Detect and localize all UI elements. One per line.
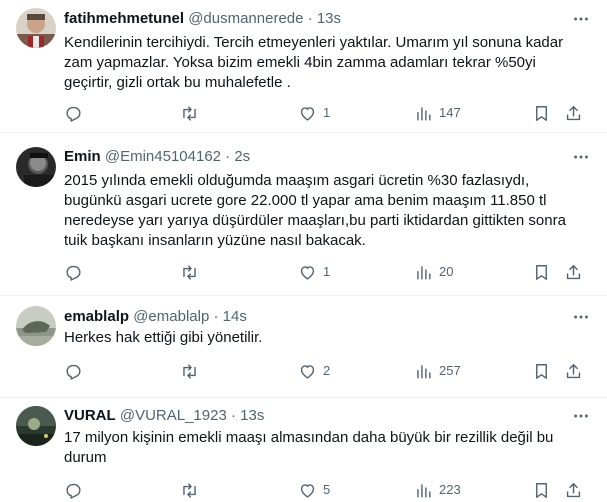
tweet-timestamp[interactable]: 14s	[223, 308, 247, 325]
repost-button[interactable]	[180, 262, 199, 282]
tweet-actions: 2 257	[64, 361, 591, 381]
repost-icon	[183, 105, 196, 121]
bookmark-icon	[536, 264, 547, 280]
view-count: 147	[439, 105, 461, 120]
views-button[interactable]: 257	[414, 361, 461, 381]
analytics-icon	[417, 483, 431, 498]
view-count: 20	[439, 264, 454, 279]
author-handle[interactable]: @emablalp	[133, 308, 209, 325]
tweet-timestamp[interactable]: 13s	[317, 10, 341, 27]
view-count: 223	[439, 482, 461, 497]
repost-button[interactable]	[180, 480, 199, 500]
share-button[interactable]	[564, 361, 583, 381]
repost-icon	[183, 363, 196, 379]
reply-button[interactable]	[64, 262, 83, 282]
tweet-text: Kendilerinin tercihiydi. Tercih etmeyenl…	[64, 34, 564, 91]
more-options-icon[interactable]	[571, 406, 591, 426]
repost-icon	[183, 482, 196, 498]
like-button[interactable]: 2	[298, 361, 330, 381]
repost-button[interactable]	[180, 361, 199, 381]
author-handle[interactable]: @VURAL_1923	[120, 407, 227, 424]
like-count: 1	[323, 105, 331, 120]
analytics-icon	[417, 364, 431, 379]
bookmark-button[interactable]	[532, 480, 551, 500]
more-options-icon[interactable]	[571, 147, 591, 167]
tweet-card[interactable]: emablalp @emablalp · 14s Herkes hak etti…	[0, 296, 607, 398]
avatar[interactable]	[16, 147, 56, 187]
avatar[interactable]	[16, 406, 56, 446]
tweet-text: Herkes hak ettiği gibi yönetilir.	[64, 329, 263, 346]
avatar[interactable]	[16, 306, 56, 346]
author-name[interactable]: VURAL	[64, 407, 116, 424]
heart-icon	[300, 364, 315, 379]
reply-button[interactable]	[64, 103, 83, 123]
like-button[interactable]: 1	[298, 103, 330, 123]
reply-icon	[66, 106, 81, 122]
share-icon	[566, 105, 581, 120]
like-count: 2	[323, 363, 331, 378]
tweet-header: emablalp @emablalp · 14s	[64, 307, 591, 327]
tweet-header: VURAL @VURAL_1923 · 13s	[64, 406, 591, 426]
heart-icon	[300, 483, 315, 498]
tweet-card[interactable]: fatihmehmetunel @dusmannerede · 13s Kend…	[0, 0, 607, 133]
bookmark-icon	[536, 482, 547, 498]
analytics-icon	[417, 106, 431, 121]
tweet-actions: 1 20	[64, 262, 591, 282]
like-button[interactable]: 1	[298, 262, 330, 282]
tweet-header: Emin @Emin45104162 · 2s	[64, 147, 591, 167]
views-button[interactable]: 147	[414, 103, 461, 123]
more-options-icon[interactable]	[571, 307, 591, 327]
tweet-feed: fatihmehmetunel @dusmannerede · 13s Kend…	[0, 0, 607, 502]
like-button[interactable]: 5	[298, 480, 330, 500]
author-handle[interactable]: @Emin45104162	[105, 148, 221, 165]
tweet-timestamp[interactable]: 13s	[240, 407, 264, 424]
views-button[interactable]: 20	[414, 262, 453, 282]
tweet-text: 17 milyon kişinin emekli maaşı almasında…	[64, 429, 554, 466]
separator-dot: ·	[213, 308, 219, 325]
author-name[interactable]: fatihmehmetunel	[64, 10, 184, 27]
reply-icon	[66, 265, 81, 281]
author-name[interactable]: Emin	[64, 148, 101, 165]
share-icon	[566, 482, 581, 497]
like-count: 1	[323, 264, 331, 279]
view-count: 257	[439, 363, 461, 378]
heart-icon	[300, 106, 315, 121]
reply-icon	[66, 483, 81, 499]
avatar[interactable]	[16, 8, 56, 48]
heart-icon	[300, 265, 315, 280]
bookmark-button[interactable]	[532, 361, 551, 381]
tweet-actions: 5 223	[64, 480, 591, 500]
repost-icon	[183, 264, 196, 280]
repost-button[interactable]	[180, 103, 199, 123]
analytics-icon	[417, 265, 431, 280]
separator-dot: ·	[225, 148, 231, 165]
like-count: 5	[323, 482, 331, 497]
share-icon	[566, 264, 581, 279]
tweet-timestamp[interactable]: 2s	[234, 148, 250, 165]
reply-button[interactable]	[64, 361, 83, 381]
share-button[interactable]	[564, 262, 583, 282]
reply-button[interactable]	[64, 480, 83, 500]
more-options-icon[interactable]	[571, 9, 591, 29]
tweet-actions: 1 147	[64, 103, 591, 123]
author-name[interactable]: emablalp	[64, 308, 129, 325]
bookmark-button[interactable]	[532, 103, 551, 123]
separator-dot: ·	[230, 407, 236, 424]
tweet-header: fatihmehmetunel @dusmannerede · 13s	[64, 9, 591, 29]
bookmark-button[interactable]	[532, 262, 551, 282]
share-button[interactable]	[564, 480, 583, 500]
bookmark-icon	[536, 363, 547, 379]
separator-dot: ·	[307, 10, 313, 27]
tweet-text: 2015 yılında emekli olduğumda maaşım asg…	[64, 172, 566, 249]
tweet-card[interactable]: VURAL @VURAL_1923 · 13s 17 milyon kişini…	[0, 398, 607, 502]
share-button[interactable]	[564, 103, 583, 123]
reply-icon	[66, 364, 81, 380]
bookmark-icon	[536, 105, 547, 121]
share-icon	[566, 363, 581, 378]
tweet-card[interactable]: Emin @Emin45104162 · 2s 2015 yılında eme…	[0, 133, 607, 296]
author-handle[interactable]: @dusmannerede	[188, 10, 303, 27]
views-button[interactable]: 223	[414, 480, 461, 500]
